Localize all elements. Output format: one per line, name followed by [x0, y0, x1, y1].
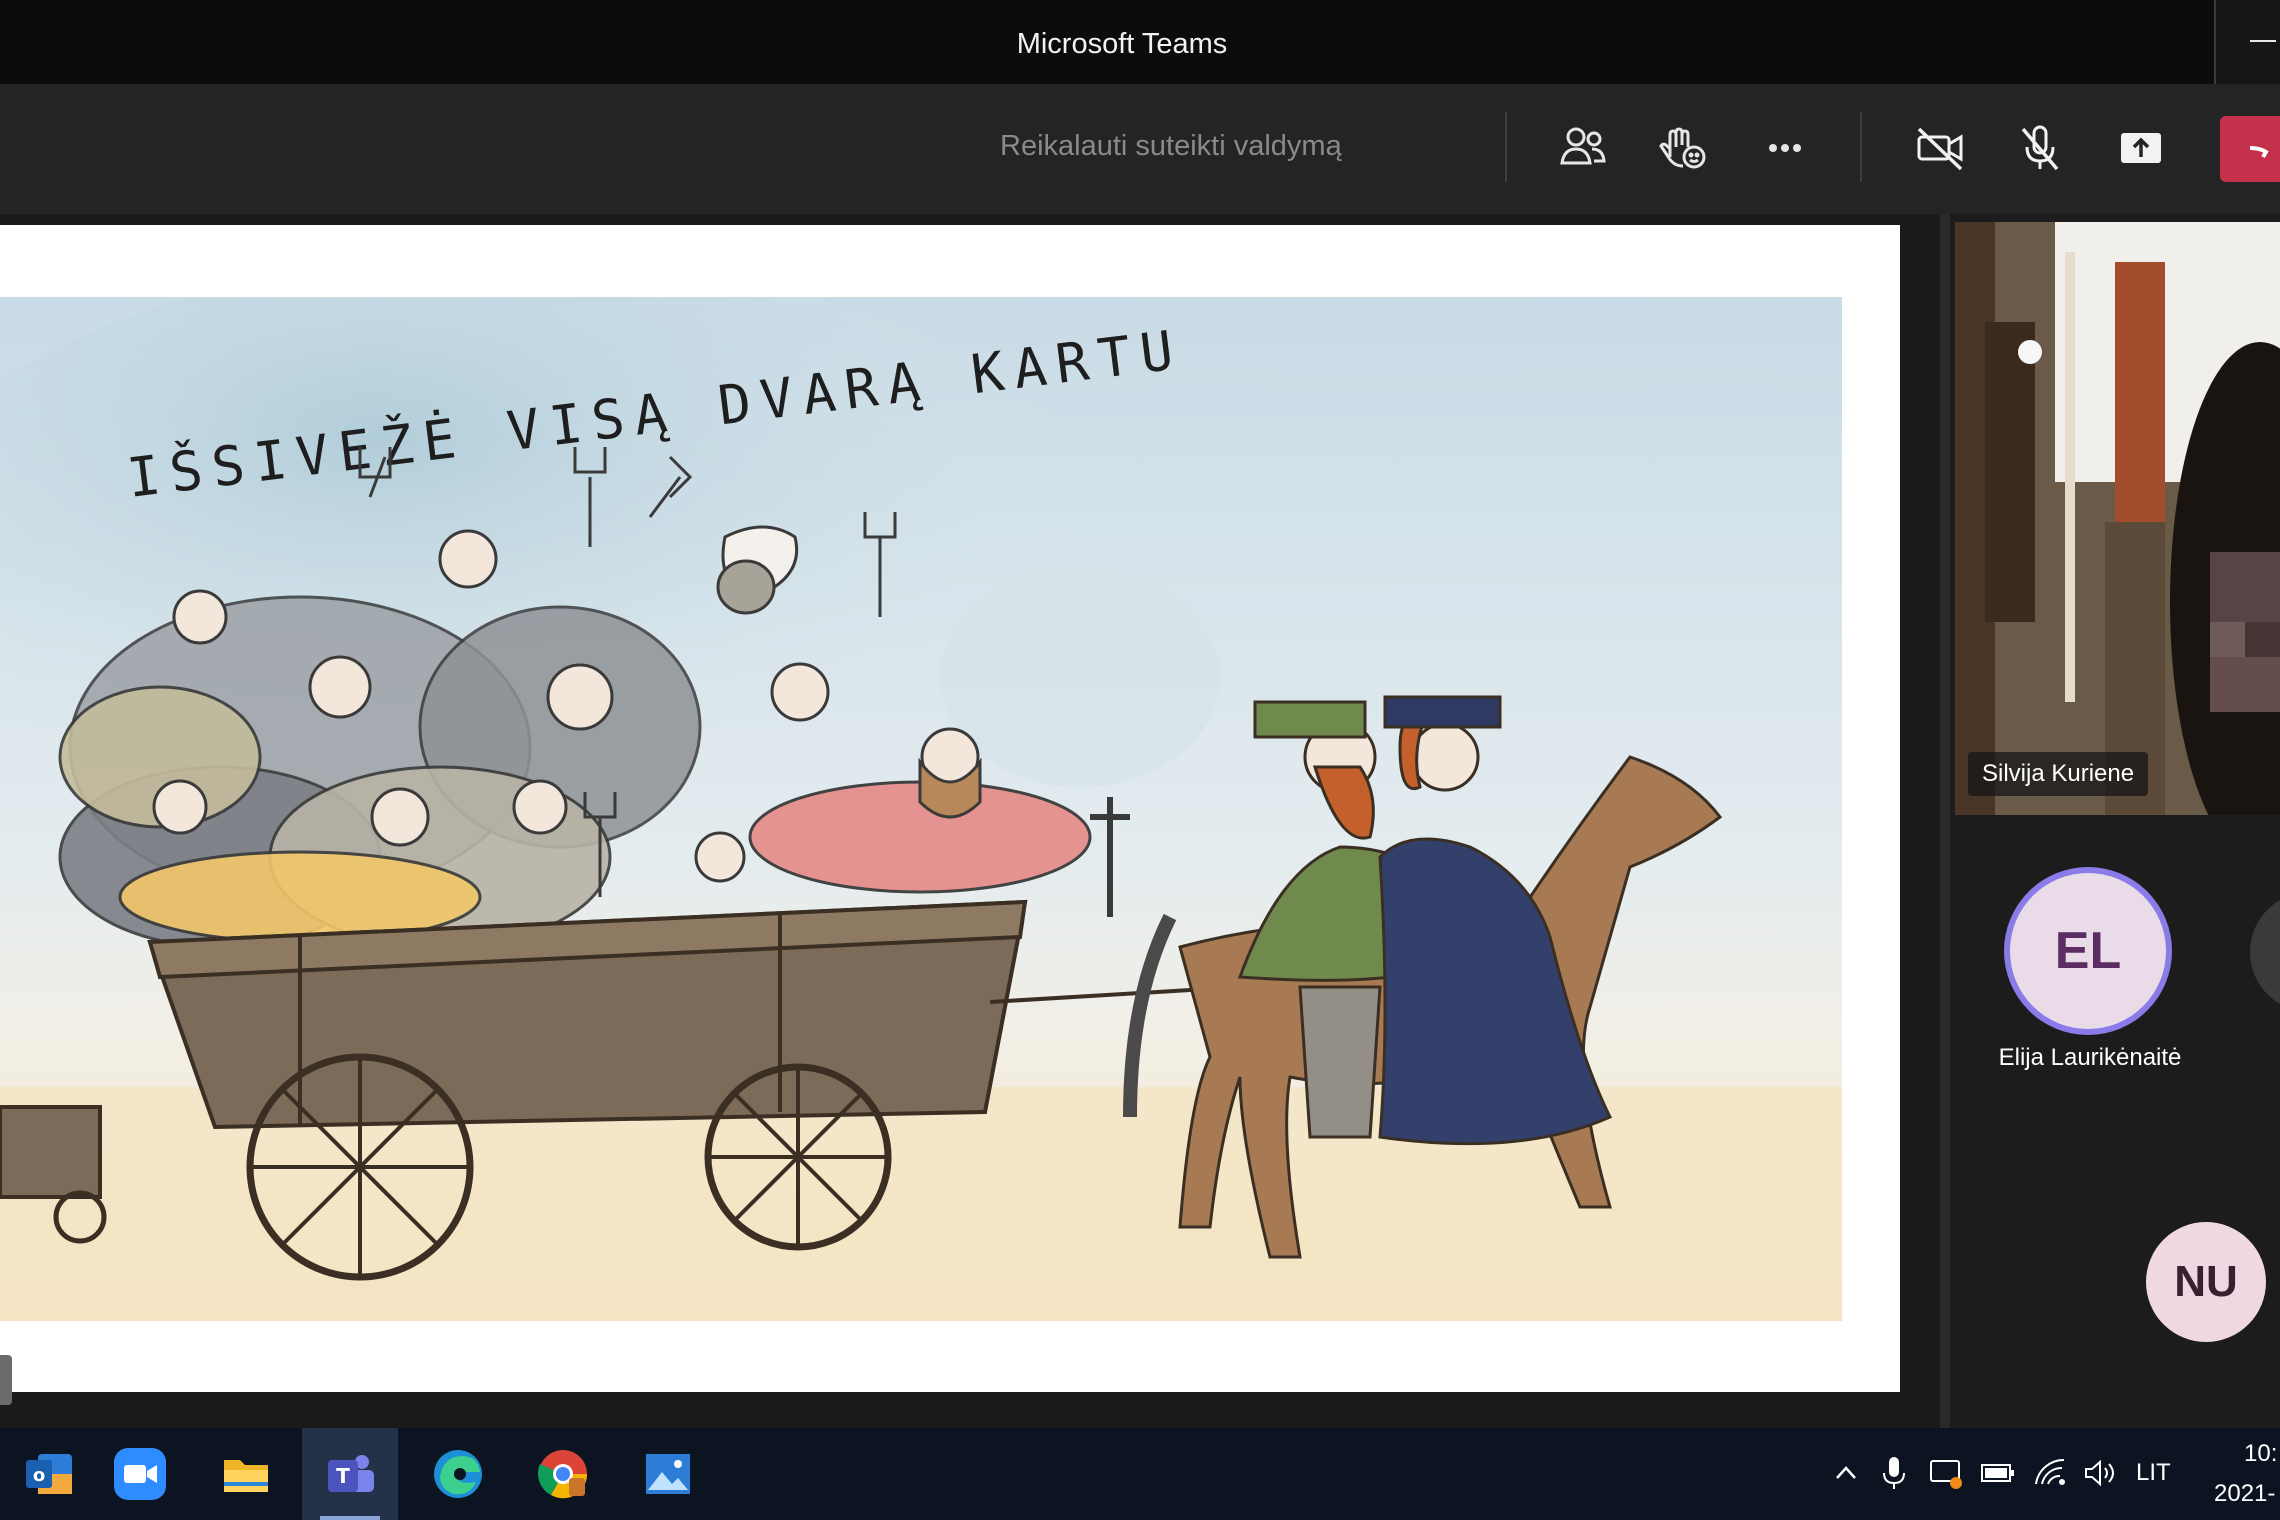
active-app-indicator [320, 1516, 380, 1520]
raise-hand-react-icon [1659, 127, 1706, 169]
taskbar-app-zoom[interactable] [92, 1428, 188, 1520]
taskbar-app-edge[interactable] [410, 1428, 506, 1520]
minimize-button[interactable] [2214, 0, 2280, 84]
battery-icon [1981, 1464, 2014, 1482]
people-icon [1560, 127, 1606, 165]
more-options-icon [1769, 144, 1801, 152]
edge-icon [434, 1450, 482, 1498]
share-screen-button[interactable] [2106, 113, 2176, 183]
camera-toggle-button[interactable] [1905, 113, 1975, 183]
mic-off-icon [2021, 125, 2059, 171]
microphone-icon [1883, 1457, 1905, 1489]
show-hidden-icons-button[interactable] [1826, 1448, 1866, 1498]
zoom-icon [114, 1448, 166, 1500]
tray-remote[interactable] [1924, 1448, 1968, 1498]
react-button[interactable] [1648, 113, 1718, 183]
toolbar-separator [1505, 112, 1507, 182]
participant-avatar[interactable]: EL [2010, 873, 2166, 1029]
stage-divider [1940, 214, 1950, 1428]
taskbar-app-chrome[interactable] [515, 1428, 611, 1520]
file-explorer-icon [224, 1460, 268, 1492]
mic-toggle-button[interactable] [2005, 113, 2075, 183]
teams-icon: T [328, 1455, 374, 1492]
taskbar-app-teams[interactable]: T [302, 1428, 398, 1520]
clock-time[interactable]: 10: [2244, 1440, 2277, 1468]
taskbar-app-outlook[interactable]: o [0, 1428, 96, 1520]
photos-icon [646, 1454, 690, 1494]
clock-date[interactable]: 2021- [2214, 1480, 2275, 1508]
hang-up-button[interactable] [2220, 116, 2280, 182]
slide-illustration: IŠSIVEŽĖ VISĄ DVARĄ KARTU [0, 297, 1842, 1321]
request-control-button[interactable]: Reikalauti suteikti valdymą [1000, 130, 1420, 170]
volume-icon [2085, 1459, 2114, 1487]
wifi-icon [2035, 1458, 2065, 1485]
chevron-up-icon [1836, 1466, 1856, 1479]
share-screen-icon [2121, 133, 2161, 163]
participant-avatar-name: Elija Laurikėnaitė [1998, 1044, 2182, 1071]
remote-icon [1930, 1460, 1962, 1489]
hang-up-icon [2249, 146, 2269, 159]
participant-video-tile[interactable] [1955, 222, 2280, 815]
tray-volume[interactable] [2078, 1448, 2122, 1498]
participant-avatar[interactable]: NU [2146, 1222, 2266, 1342]
window-title: Microsoft Teams [1016, 28, 1228, 60]
taskbar-app-file-explorer[interactable] [198, 1428, 294, 1520]
minimize-icon [2250, 40, 2276, 42]
language-indicator[interactable]: LIT [2136, 1448, 2171, 1498]
more-options-button[interactable] [1750, 113, 1820, 183]
outlook-icon: o [26, 1454, 72, 1494]
svg-text:o: o [33, 1465, 45, 1486]
svg-text:T: T [336, 1464, 350, 1488]
tray-battery[interactable] [1976, 1448, 2020, 1498]
participants-button[interactable] [1548, 113, 1618, 183]
toolbar-separator [1860, 112, 1862, 182]
chrome-icon [537, 1450, 588, 1499]
participant-video-name: Silvija Kuriene [1968, 752, 2149, 796]
stage-scroll-handle[interactable] [0, 1355, 12, 1405]
participant-video-feed [1955, 222, 2280, 815]
tray-wifi[interactable] [2028, 1448, 2072, 1498]
camera-off-icon [1917, 127, 1963, 171]
taskbar-app-photos[interactable] [620, 1428, 716, 1520]
tray-microphone[interactable] [1874, 1448, 1914, 1498]
